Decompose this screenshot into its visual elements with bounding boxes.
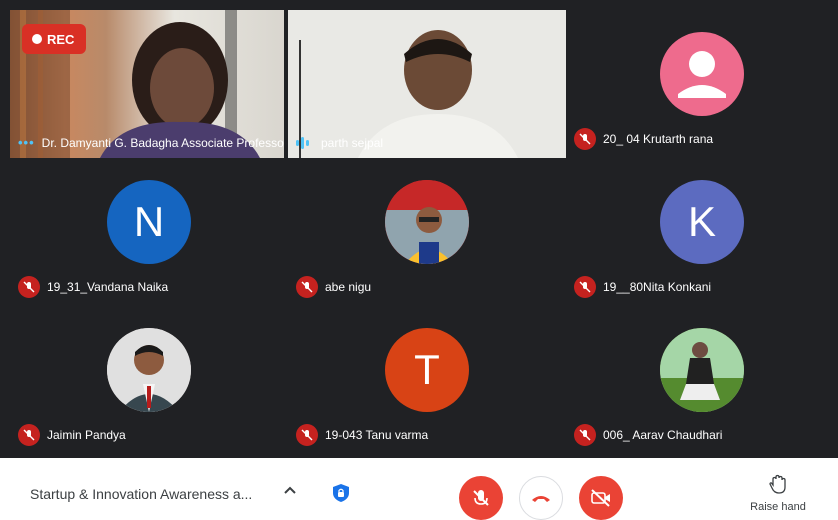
raise-hand-icon [769,474,786,494]
mic-off-icon [18,276,40,298]
participant-tile[interactable]: K 19__80Nita Konkani [566,158,838,306]
participant-name: 20_ 04 Krutarth rana [603,132,714,146]
leave-call-button[interactable] [519,476,563,520]
participant-name: 19_31_Vandana Naika [47,280,169,294]
participant-name: Jaimin Pandya [47,428,126,442]
shield-lock-icon[interactable] [330,482,352,504]
meeting-title[interactable]: Startup & Innovation Awareness a... [30,486,252,502]
mic-off-icon [18,424,40,446]
avatar: T [385,328,469,412]
mic-off-icon [574,128,596,150]
mic-off-icon [296,276,318,298]
avatar-photo [107,328,191,412]
meeting-controls-bar: Startup & Innovation Awareness a... Rais… [0,458,838,520]
participant-name: 006_ Aarav Chaudhari [603,428,723,442]
video-grid: REC ••• Dr. Damyanti G. Badagha Associat… [0,0,838,458]
speaking-indicator-icon [296,136,314,150]
hang-up-icon [532,496,550,502]
avatar: K [660,180,744,264]
participant-name: parth sejpal [321,136,384,150]
person-icon [678,51,726,98]
participant-name: abe nigu [325,280,372,294]
participant-tile[interactable]: abe nigu [288,158,566,306]
camera-toggle-button[interactable] [579,476,623,520]
participant-name-bar: 19__80Nita Konkani [574,276,711,298]
participant-tile[interactable]: Jaimin Pandya [10,306,288,454]
participant-name: 19-043 Tanu varma [325,428,429,442]
participant-name-bar: 20_ 04 Krutarth rana [574,128,713,150]
avatar-letter: N [133,198,165,245]
avatar-letter: K [687,198,716,245]
mic-off-icon [574,276,596,298]
participant-name-bar: ••• Dr. Damyanti G. Badagha Associate Pr… [18,135,284,150]
avatar-letter: T [414,346,440,393]
participant-name-bar: Jaimin Pandya [18,424,126,446]
raise-hand-label: Raise hand [750,501,806,513]
recording-badge: REC [22,24,86,54]
participant-name-bar: abe nigu [296,276,371,298]
avatar-photo [660,328,744,412]
participant-tile[interactable]: REC ••• Dr. Damyanti G. Badagha Associat… [10,10,284,158]
speaking-dots-icon: ••• [18,135,35,150]
mic-off-icon [574,424,596,446]
participant-name-bar: 19_31_Vandana Naika [18,276,168,298]
participant-name: Dr. Damyanti G. Badagha Associate Profes… [41,135,284,150]
participant-name: 19__80Nita Konkani [603,280,712,294]
participant-tile[interactable]: N 19_31_Vandana Naika [10,158,288,306]
avatar [660,32,744,116]
participant-name-bar: parth sejpal [296,136,383,150]
raise-hand-button[interactable]: Raise hand [746,474,810,513]
avatar: N [107,180,191,264]
record-dot-icon [32,34,42,44]
avatar-photo [385,180,469,264]
recording-label: REC [47,31,75,47]
participant-tile[interactable]: 20_ 04 Krutarth rana [566,10,838,158]
mic-off-icon [473,490,489,506]
participant-tile[interactable]: T 19-043 Tanu varma [288,306,566,454]
chevron-up-icon[interactable] [280,480,300,500]
participant-name-bar: 19-043 Tanu varma [296,424,428,446]
mic-off-icon [296,424,318,446]
participant-tile[interactable]: parth sejpal [288,10,566,158]
participant-tile[interactable]: 006_ Aarav Chaudhari [566,306,838,454]
mic-toggle-button[interactable] [459,476,503,520]
camera-off-icon [591,489,610,507]
participant-name-bar: 006_ Aarav Chaudhari [574,424,722,446]
